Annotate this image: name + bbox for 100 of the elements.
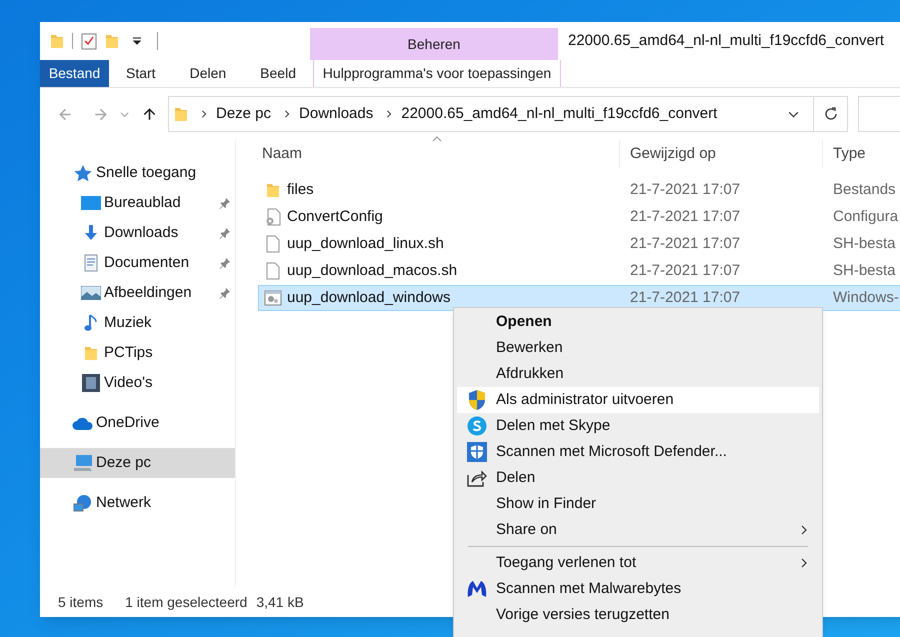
file-name: uup_download_linux.sh (287, 234, 445, 254)
file-row[interactable]: uup_download_windows 21-7-2021 17:07 Windows- (258, 285, 900, 311)
modified-date: 21-7-2021 17:07 (629, 288, 742, 308)
checklist-icon[interactable] (81, 32, 97, 50)
sidebar-item[interactable]: Video's (40, 368, 235, 398)
menu-item[interactable]: Toegang verlenen tot (457, 550, 819, 576)
pin-icon[interactable] (219, 197, 231, 209)
document-icon (266, 235, 280, 253)
music-note-icon (84, 314, 98, 332)
menu-item[interactable]: Bewerken (457, 335, 819, 361)
breadcrumb[interactable]: 22000.65_amd64_nl-nl_multi_f19ccfd6_convert (401, 102, 718, 126)
document-icon (266, 262, 280, 280)
file-type: SH-besta (832, 260, 896, 281)
file-name: uup_download_macos.sh (287, 260, 458, 281)
document-icon (84, 254, 98, 272)
menu-item[interactable]: Als administrator uitvoeren (457, 387, 819, 413)
file-row[interactable]: files 21-7-2021 17:07 Bestands (258, 177, 900, 203)
refresh-button[interactable] (814, 96, 848, 132)
file-tab[interactable]: Bestand (40, 60, 109, 87)
menu-item[interactable]: Openen (457, 309, 819, 335)
chevron-right-icon[interactable] (283, 110, 292, 118)
cloud-icon (72, 416, 94, 430)
shield-icon (466, 389, 486, 411)
menu-item[interactable]: Show in Finder (457, 491, 819, 517)
contextual-group-header: Beheren (310, 28, 558, 60)
contextual-tab[interactable]: Hulpprogramma's voor toepassingen (312, 60, 561, 87)
address-bar[interactable]: Deze pc Downloads 22000.65_amd64_nl-nl_multi_f19ccfd6_convert (168, 96, 814, 132)
sort-caret-icon[interactable] (432, 136, 442, 142)
folder-icon (50, 33, 64, 49)
sidebar-item[interactable]: OneDrive (40, 408, 235, 438)
up-arrow-icon[interactable] (143, 108, 156, 120)
sidebar-item[interactable]: Snelle toegang (40, 158, 235, 188)
sidebar-item[interactable]: Afbeeldingen (40, 278, 235, 308)
menu-item[interactable]: Delen (457, 465, 819, 491)
item-count: 5 items (58, 592, 104, 612)
sidebar-item[interactable]: Deze pc (40, 448, 235, 478)
file-type: Bestands (832, 180, 896, 200)
modified-date: 21-7-2021 17:07 (629, 260, 742, 281)
folder-icon (266, 182, 280, 198)
modified-date: 21-7-2021 17:07 (629, 234, 742, 254)
chevron-right-icon[interactable] (385, 110, 394, 118)
download-arrow-icon (83, 225, 99, 241)
sidebar-item[interactable]: Muziek (40, 308, 235, 338)
modified-date: 21-7-2021 17:07 (629, 180, 742, 200)
film-icon (82, 374, 100, 392)
file-row[interactable]: ConvertConfig 21-7-2021 17:07 Configura (258, 204, 900, 230)
breadcrumb[interactable]: Deze pc (216, 102, 272, 126)
desktop-icon (81, 196, 101, 210)
selection-count: 1 item geselecteerd (125, 592, 248, 612)
sidebar-item[interactable]: Downloads (40, 218, 235, 248)
menu-item[interactable]: Afdrukken (457, 361, 819, 387)
search-field[interactable] (858, 96, 900, 132)
column-header[interactable]: Type (822, 140, 866, 168)
breadcrumb[interactable]: Downloads (299, 102, 374, 126)
menu-item[interactable]: Share on (457, 517, 819, 543)
menu-item[interactable]: Vorige versies terugzetten (457, 602, 819, 628)
menu-item[interactable]: Delen met Skype (457, 413, 819, 439)
column-header[interactable]: Naam (258, 142, 619, 166)
ribbon-tab[interactable]: Beeld (243, 60, 313, 87)
file-row[interactable]: uup_download_macos.sh 21-7-2021 17:07 SH-besta (258, 258, 900, 284)
computer-icon (73, 454, 93, 472)
shield-window-icon (466, 442, 486, 462)
folder-icon (84, 345, 98, 361)
dropdown-caret-icon[interactable] (133, 37, 141, 45)
window-title: 22000.65_amd64_nl-nl_multi_f19ccfd6_convert (568, 30, 884, 51)
sidebar-item[interactable]: PCTips (40, 338, 235, 368)
share-icon (466, 469, 486, 487)
selection-size: 3,41 kB (256, 592, 304, 612)
file-name: uup_download_windows (287, 288, 452, 308)
modified-date: 21-7-2021 17:07 (629, 206, 742, 227)
sidebar-item[interactable]: Bureaublad (40, 188, 235, 218)
submenu-chevron-icon[interactable] (799, 523, 809, 537)
sidebar-item[interactable]: Documenten (40, 248, 235, 278)
refresh-icon (824, 107, 838, 121)
menu-item[interactable]: Scannen met Microsoft Defender... (457, 439, 819, 465)
pin-icon[interactable] (219, 257, 231, 269)
pin-icon[interactable] (219, 227, 231, 239)
sidebar-item[interactable]: Netwerk (40, 488, 235, 518)
gear-window-icon (264, 290, 282, 306)
submenu-chevron-icon[interactable] (799, 556, 809, 570)
ribbon-tab[interactable]: Start (109, 60, 173, 87)
folder-icon (105, 33, 119, 49)
folder-icon (174, 106, 188, 122)
file-type: Configura (832, 206, 898, 227)
m-logo-icon (466, 580, 486, 598)
star-icon (74, 164, 92, 182)
column-header[interactable]: Gewijzigd op (619, 140, 822, 168)
file-type: SH-besta (832, 234, 896, 254)
pin-icon[interactable] (219, 287, 231, 299)
menu-item[interactable]: Scannen met Malwarebytes (457, 576, 819, 602)
chevron-right-icon[interactable] (200, 110, 208, 118)
gear-document-icon (265, 208, 281, 226)
file-name: files (287, 180, 315, 200)
file-name: ConvertConfig (287, 206, 384, 227)
ribbon-tab[interactable]: Delen (172, 60, 244, 87)
network-globe-icon (73, 494, 93, 512)
skype-icon (466, 416, 486, 436)
file-row[interactable]: uup_download_linux.sh 21-7-2021 17:07 SH-besta (258, 231, 900, 257)
picture-icon (81, 286, 101, 300)
file-type: Windows- (832, 288, 899, 308)
